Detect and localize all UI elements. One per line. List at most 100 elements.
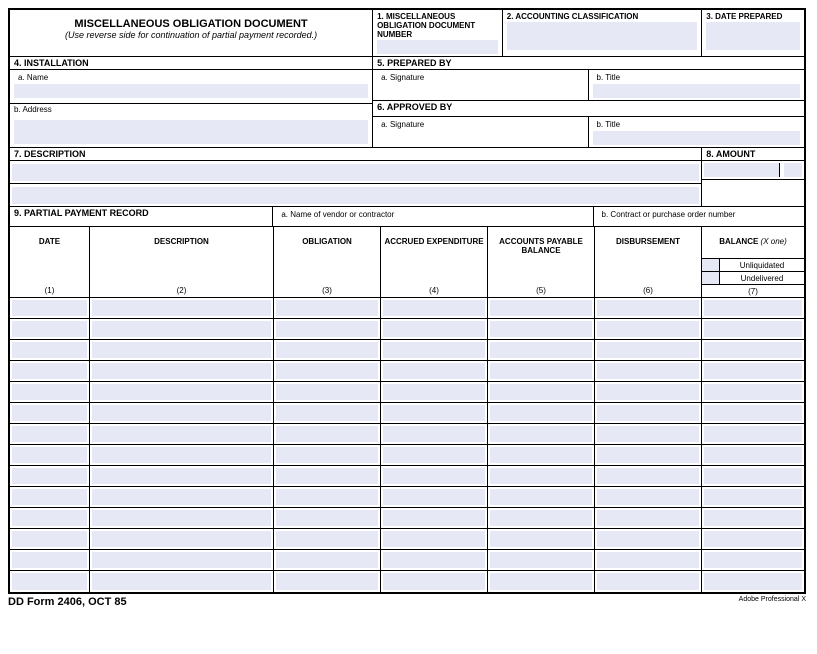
table-cell-input[interactable] [12,552,87,568]
table-cell-input[interactable] [490,510,592,526]
table-cell-input[interactable] [490,531,592,547]
table-cell-input[interactable] [383,573,485,590]
table-cell-input[interactable] [12,342,87,358]
table-cell-input[interactable] [383,321,485,337]
table-cell-input[interactable] [597,426,699,442]
table-cell-input[interactable] [490,342,592,358]
table-cell-input[interactable] [12,321,87,337]
description-input-2[interactable] [12,187,699,204]
table-cell-input[interactable] [490,384,592,400]
table-cell-input[interactable] [704,552,802,568]
table-cell-input[interactable] [597,489,699,505]
accounting-input[interactable] [507,22,698,50]
table-cell-input[interactable] [383,426,485,442]
table-cell-input[interactable] [92,363,271,379]
table-cell-input[interactable] [276,489,378,505]
table-cell-input[interactable] [92,300,271,316]
table-cell-input[interactable] [704,447,802,463]
table-cell-input[interactable] [597,363,699,379]
amount-input-1b[interactable] [784,163,802,177]
table-cell-input[interactable] [490,363,592,379]
table-cell-input[interactable] [276,468,378,484]
table-cell-input[interactable] [92,321,271,337]
table-cell-input[interactable] [92,573,271,590]
table-cell-input[interactable] [704,384,802,400]
table-cell-input[interactable] [704,426,802,442]
table-cell-input[interactable] [12,426,87,442]
table-cell-input[interactable] [597,531,699,547]
table-cell-input[interactable] [383,342,485,358]
table-cell-input[interactable] [12,468,87,484]
table-cell-input[interactable] [12,489,87,505]
table-cell-input[interactable] [597,342,699,358]
table-cell-input[interactable] [92,447,271,463]
table-cell-input[interactable] [490,489,592,505]
table-cell-input[interactable] [92,426,271,442]
table-cell-input[interactable] [92,552,271,568]
amount-input-1a[interactable] [704,163,780,177]
table-cell-input[interactable] [383,384,485,400]
table-cell-input[interactable] [704,342,802,358]
table-cell-input[interactable] [276,405,378,421]
table-cell-input[interactable] [490,573,592,590]
table-cell-input[interactable] [597,573,699,590]
table-cell-input[interactable] [12,384,87,400]
table-cell-input[interactable] [12,447,87,463]
table-cell-input[interactable] [490,321,592,337]
installation-name-input[interactable] [14,84,368,98]
table-cell-input[interactable] [383,531,485,547]
table-cell-input[interactable] [597,552,699,568]
table-cell-input[interactable] [490,552,592,568]
table-cell-input[interactable] [490,300,592,316]
table-cell-input[interactable] [383,300,485,316]
installation-address-input[interactable] [14,120,368,144]
table-cell-input[interactable] [92,405,271,421]
table-cell-input[interactable] [12,573,87,590]
table-cell-input[interactable] [276,342,378,358]
table-cell-input[interactable] [490,468,592,484]
description-input-1[interactable] [12,164,699,181]
table-cell-input[interactable] [12,300,87,316]
table-cell-input[interactable] [276,363,378,379]
table-cell-input[interactable] [276,510,378,526]
approved-title-input[interactable] [593,131,800,145]
table-cell-input[interactable] [383,405,485,421]
balance-unliquidated-checkbox[interactable] [702,259,720,271]
table-cell-input[interactable] [383,552,485,568]
table-cell-input[interactable] [597,321,699,337]
table-cell-input[interactable] [704,489,802,505]
table-cell-input[interactable] [597,468,699,484]
table-cell-input[interactable] [597,510,699,526]
table-cell-input[interactable] [704,510,802,526]
table-cell-input[interactable] [276,300,378,316]
table-cell-input[interactable] [704,363,802,379]
table-cell-input[interactable] [383,510,485,526]
doc-number-input[interactable] [377,40,498,54]
table-cell-input[interactable] [597,300,699,316]
table-cell-input[interactable] [704,300,802,316]
table-cell-input[interactable] [490,426,592,442]
table-cell-input[interactable] [490,405,592,421]
table-cell-input[interactable] [597,447,699,463]
table-cell-input[interactable] [383,489,485,505]
table-cell-input[interactable] [704,405,802,421]
table-cell-input[interactable] [276,321,378,337]
table-cell-input[interactable] [276,552,378,568]
table-cell-input[interactable] [12,531,87,547]
table-cell-input[interactable] [276,447,378,463]
date-prepared-input[interactable] [706,22,800,50]
table-cell-input[interactable] [92,384,271,400]
balance-undelivered-checkbox[interactable] [702,272,720,284]
table-cell-input[interactable] [704,531,802,547]
table-cell-input[interactable] [92,468,271,484]
table-cell-input[interactable] [12,405,87,421]
table-cell-input[interactable] [276,573,378,590]
table-cell-input[interactable] [490,447,592,463]
table-cell-input[interactable] [92,531,271,547]
table-cell-input[interactable] [276,426,378,442]
table-cell-input[interactable] [597,384,699,400]
table-cell-input[interactable] [704,573,802,590]
table-cell-input[interactable] [383,447,485,463]
table-cell-input[interactable] [92,342,271,358]
table-cell-input[interactable] [12,510,87,526]
